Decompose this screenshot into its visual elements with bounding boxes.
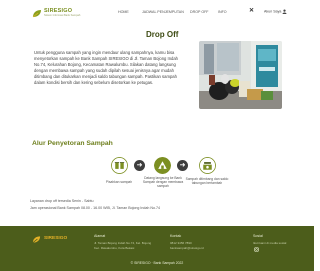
footer-alamat-text-2: Kec. Rawalumbu, Kota Bekasi	[94, 246, 135, 250]
drop-off-description: Untuk pengguna sampah yang ingin mendaur…	[34, 50, 179, 86]
drop-off-building-icon	[154, 157, 171, 174]
alur-title: Alur Penyetoran Sampah	[32, 140, 113, 147]
account-label: Akun Saya	[264, 9, 282, 14]
arrow-right-icon: ➜	[134, 160, 145, 171]
info-line-1: Layanan drop off tersedia Senin - Sabtu	[30, 199, 94, 203]
user-icon	[282, 9, 287, 14]
footer-sosial-title: Sosial	[253, 234, 263, 238]
footer-kontak-email[interactable]: banksampah@siresigo.id	[170, 246, 204, 250]
leaf-logo-icon	[32, 10, 41, 18]
brand-subtitle: Sistem Informasi Bank Sampah	[44, 14, 81, 17]
arrow-right-icon: ➜	[177, 160, 188, 171]
close-icon[interactable]: ✕	[249, 7, 254, 14]
footer-copyright: © SIRESIGO · Bank Sampah 2022	[130, 261, 184, 265]
drop-off-photo	[199, 41, 282, 109]
nav-home[interactable]: HOME	[118, 10, 129, 14]
leaf-logo-icon	[32, 236, 41, 243]
step-1-label: Pisahkan sampah	[105, 180, 133, 184]
footer-kontak-title: Kontak	[170, 234, 182, 238]
scale-weighing-icon	[199, 157, 216, 174]
step-2-label: Datang langsung ke Bank Sampah dengan me…	[142, 176, 184, 189]
nav-jadwal-penjemputan[interactable]: JADWAL PENJEMPUTAN	[142, 10, 184, 14]
footer-alamat-text: Jl. Taman Bojong Indah No.74, Kel. Bojon…	[94, 241, 152, 245]
step-3-label: Sampah ditimbang dan saldo tabungan bert…	[185, 177, 229, 186]
instagram-icon[interactable]	[254, 247, 259, 252]
page-title: Drop Off	[146, 30, 179, 39]
nav-drop-off[interactable]: DROP OFF	[190, 10, 209, 14]
info-line-2: Jam operasional Bank Sampah 08.00 - 16.0…	[30, 206, 160, 210]
footer-sosial-text: Ikuti kami di media sosial	[253, 241, 287, 245]
account-button[interactable]: Akun Saya	[264, 9, 287, 14]
sort-bins-icon	[111, 157, 128, 174]
footer-kontak-phone[interactable]: 0812 3456 7890	[170, 241, 192, 245]
nav-info[interactable]: INFO	[218, 10, 227, 14]
footer-alamat-title: Alamat	[94, 234, 106, 238]
footer-logo-text[interactable]: SIRESIGO	[44, 236, 67, 241]
